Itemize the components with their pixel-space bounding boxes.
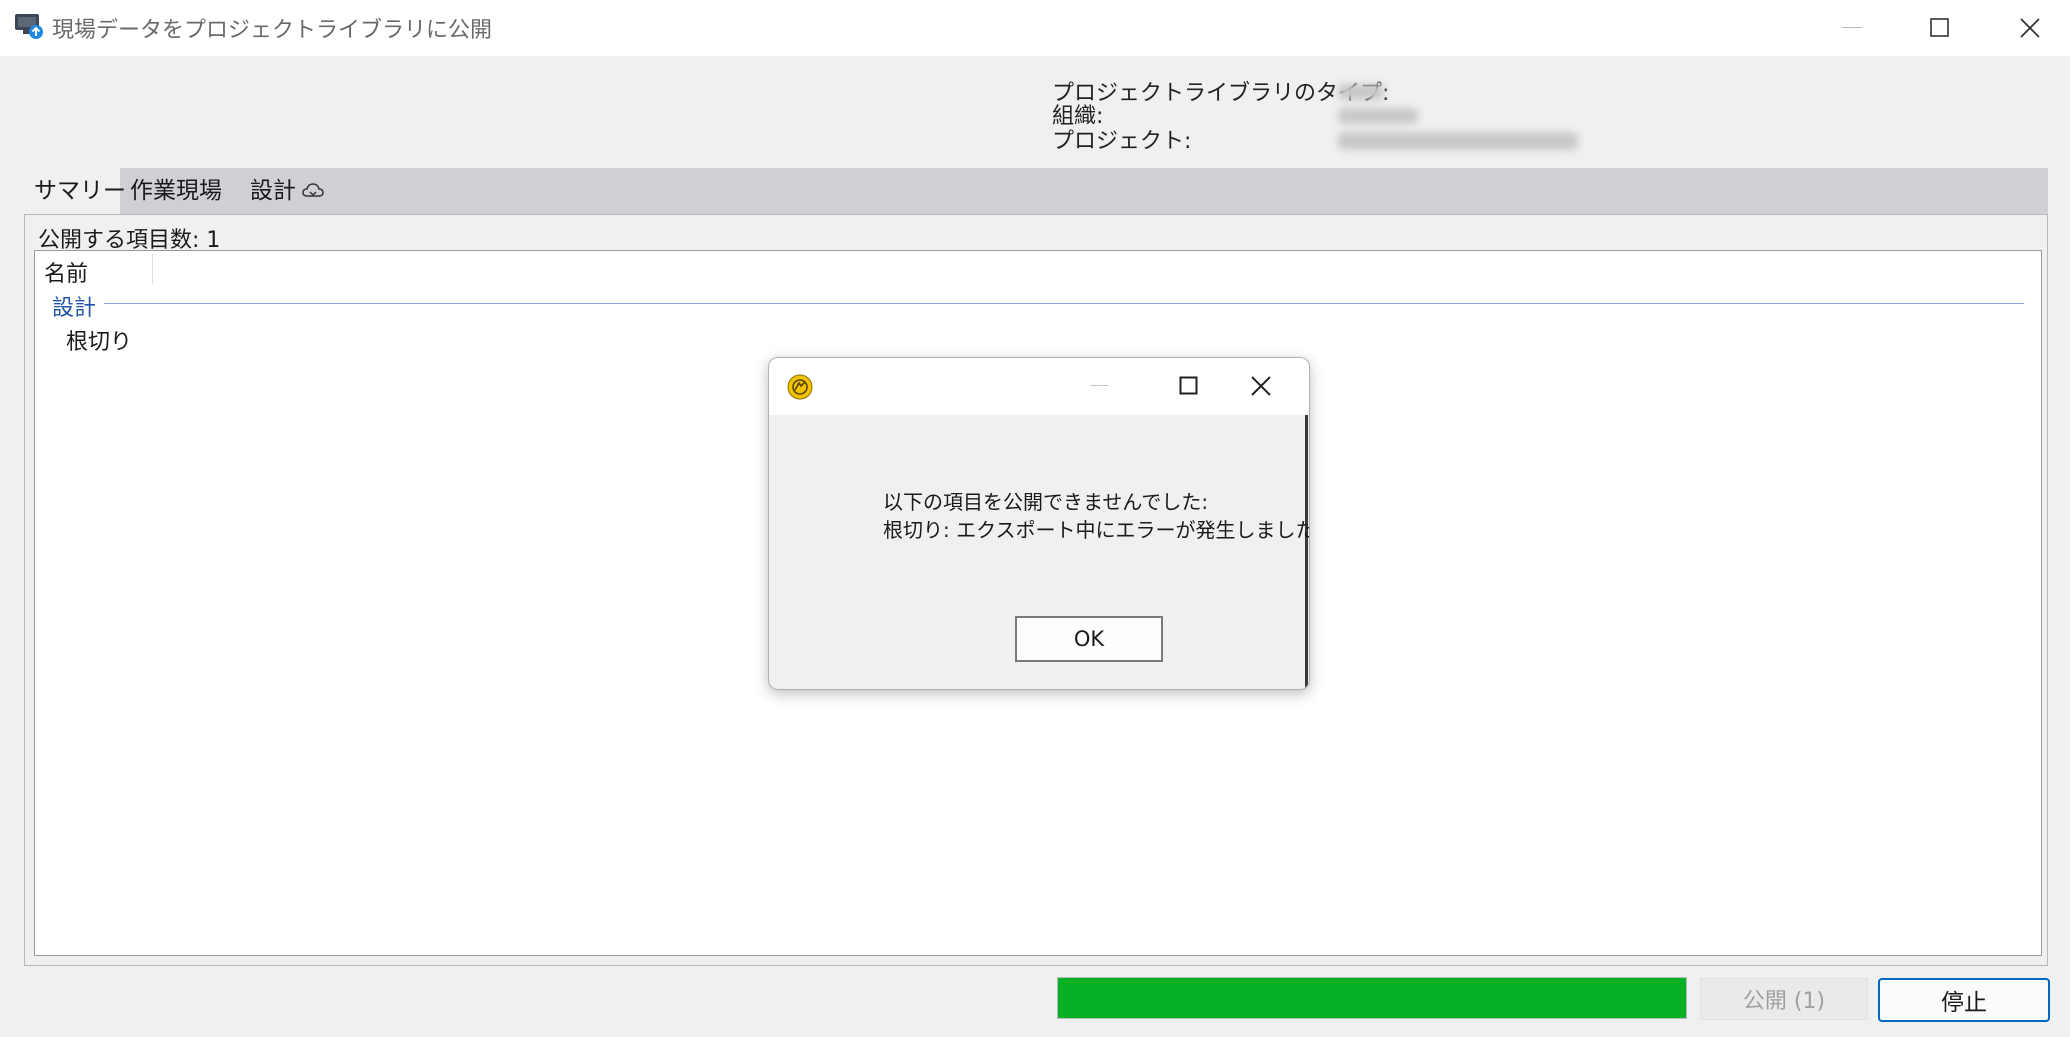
window-title: 現場データをプロジェクトライブラリに公開	[52, 18, 493, 43]
tab-design[interactable]: 設計	[240, 168, 334, 214]
ok-button-label: OK	[1073, 627, 1105, 651]
maximize-button[interactable]	[1896, 6, 1984, 50]
project-label: プロジェクト:	[1052, 129, 1192, 154]
monitor-publish-icon	[14, 12, 44, 40]
tab-summary[interactable]: サマリー	[24, 168, 126, 214]
dialog-close-button[interactable]	[1231, 366, 1291, 406]
column-header-name[interactable]: 名前	[44, 256, 88, 288]
minimize-icon	[1842, 27, 1862, 28]
publish-button[interactable]: 公開 (1)	[1700, 978, 1868, 1020]
library-type-value-redacted	[1338, 84, 1384, 100]
maximize-icon	[1930, 18, 1949, 37]
stop-button-label: 停止	[1941, 990, 1987, 1016]
close-icon	[1251, 376, 1271, 396]
app-logo-icon	[787, 374, 813, 400]
progress-bar-fill	[1058, 978, 1686, 1018]
dialog-title-bar	[769, 358, 1309, 415]
organization-label: 組織:	[1052, 104, 1104, 129]
project-value-redacted	[1338, 132, 1578, 150]
tab-worksite-label: 作業現場	[130, 178, 222, 204]
publish-button-label: 公開 (1)	[1742, 989, 1826, 1014]
dialog-maximize-button[interactable]	[1159, 366, 1219, 406]
cloud-sync-icon	[302, 183, 324, 197]
minimize-button[interactable]	[1808, 6, 1896, 50]
minimize-icon	[1090, 385, 1108, 386]
close-icon	[2020, 18, 2040, 38]
maximize-icon	[1179, 376, 1198, 395]
column-separator[interactable]	[152, 254, 153, 284]
dialog-message-line1: 以下の項目を公開できませんでした:	[883, 490, 1209, 514]
tab-design-label: 設計	[250, 178, 296, 204]
close-button[interactable]	[1986, 6, 2070, 50]
list-item[interactable]: 根切り	[66, 324, 132, 356]
dialog-message-line2: 根切り: エクスポート中にエラーが発生しました。	[883, 518, 1310, 542]
error-dialog: 以下の項目を公開できませんでした: 根切り: エクスポート中にエラーが発生しまし…	[768, 357, 1310, 690]
group-divider	[104, 303, 2024, 304]
ok-button[interactable]: OK	[1015, 616, 1163, 662]
dialog-minimize-button[interactable]	[1069, 366, 1129, 406]
organization-value-redacted	[1338, 108, 1418, 124]
tab-summary-label: サマリー	[34, 178, 126, 204]
stop-button[interactable]: 停止	[1878, 978, 2050, 1022]
tab-worksite[interactable]: 作業現場	[120, 168, 232, 214]
group-header-design: 設計	[52, 296, 97, 321]
dialog-edge	[1305, 415, 1308, 689]
